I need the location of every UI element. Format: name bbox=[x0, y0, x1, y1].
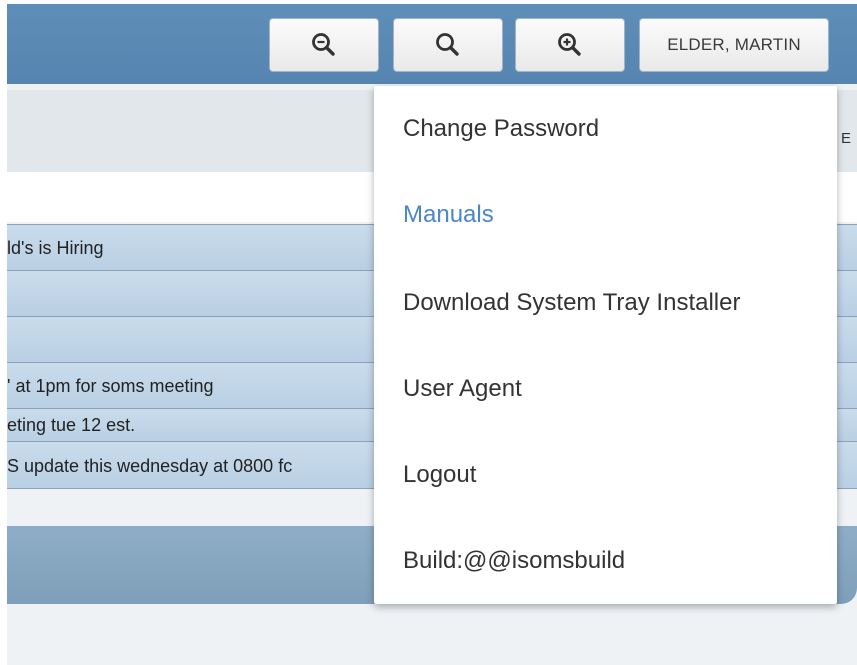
zoom-out-icon bbox=[312, 33, 335, 56]
message-text: eting tue 12 est. bbox=[7, 415, 136, 435]
message-text: ld's is Hiring bbox=[7, 238, 104, 258]
menu-item-manuals[interactable]: Manuals bbox=[403, 201, 494, 229]
app-window: ELDER, MARTIN E ld's is Hiring ' at 1pm … bbox=[0, 0, 857, 665]
window-edge bbox=[0, 0, 7, 665]
search-icon bbox=[436, 33, 459, 56]
user-dropdown-menu: Change Password Manuals Download System … bbox=[374, 86, 837, 604]
user-name: ELDER, MARTIN bbox=[667, 35, 801, 54]
menu-item-user-agent[interactable]: User Agent bbox=[403, 375, 522, 403]
zoom-in-icon bbox=[558, 33, 581, 56]
menu-item-logout[interactable]: Logout bbox=[403, 461, 476, 489]
message-text: S update this wednesday at 0800 fc bbox=[7, 456, 293, 476]
header-bar: ELDER, MARTIN bbox=[7, 4, 857, 84]
menu-item-change-password[interactable]: Change Password bbox=[403, 115, 599, 143]
zoom-in-button[interactable] bbox=[515, 18, 625, 72]
message-text: ' at 1pm for soms meeting bbox=[7, 376, 214, 396]
zoom-reset-button[interactable] bbox=[393, 18, 503, 72]
zoom-out-button[interactable] bbox=[269, 18, 379, 72]
menu-item-download-installer[interactable]: Download System Tray Installer bbox=[403, 289, 740, 317]
menu-item-build: Build:@@isomsbuild bbox=[403, 547, 626, 574]
panel-edge-label: E bbox=[840, 130, 851, 147]
user-menu-button[interactable]: ELDER, MARTIN bbox=[639, 18, 829, 72]
